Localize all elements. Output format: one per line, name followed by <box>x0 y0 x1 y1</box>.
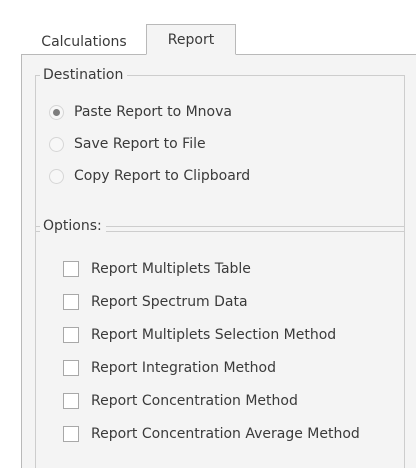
checkbox[interactable] <box>63 327 79 343</box>
checkbox-label: Report Multiplets Table <box>91 261 251 277</box>
radio-label: Paste Report to Mnova <box>74 104 232 120</box>
checkbox-label: Report Spectrum Data <box>91 294 248 310</box>
radio-button[interactable] <box>49 168 64 184</box>
options-group-title: Options: <box>40 217 106 235</box>
checkbox[interactable] <box>63 261 79 277</box>
radio-paste-report-to-mnova[interactable]: Paste Report to Mnova <box>36 101 232 123</box>
radio-copy-report-to-clipboard[interactable]: Copy Report to Clipboard <box>36 165 250 187</box>
checkbox-label: Report Multiplets Selection Method <box>91 327 337 343</box>
checkbox[interactable] <box>63 360 79 376</box>
tab-calculations[interactable]: Calculations <box>22 27 146 55</box>
radio-button-selected[interactable] <box>49 104 64 120</box>
checkbox-report-multiplets-table[interactable]: Report Multiplets Table <box>36 258 251 280</box>
checkbox-label: Report Concentration Average Method <box>91 426 360 442</box>
report-tab-panel: Destination Paste Report to Mnova Save R… <box>21 54 416 468</box>
tab-report-label: Report <box>167 32 215 48</box>
radio-label: Save Report to File <box>74 136 206 152</box>
tab-calculations-label: Calculations <box>41 34 127 50</box>
checkbox[interactable] <box>63 294 79 310</box>
checkbox-report-spectrum-data[interactable]: Report Spectrum Data <box>36 291 248 313</box>
destination-group-title: Destination <box>40 66 128 84</box>
checkbox-label: Report Concentration Method <box>91 393 298 409</box>
checkbox-report-concentration-average-method[interactable]: Report Concentration Average Method <box>36 423 360 445</box>
radio-save-report-to-file[interactable]: Save Report to File <box>36 133 206 155</box>
radio-button[interactable] <box>49 136 64 152</box>
radio-label: Copy Report to Clipboard <box>74 168 251 184</box>
tab-report[interactable]: Report <box>146 24 236 55</box>
destination-group: Destination Paste Report to Mnova Save R… <box>35 66 405 232</box>
checkbox-report-concentration-method[interactable]: Report Concentration Method <box>36 390 298 412</box>
checkbox[interactable] <box>63 393 79 409</box>
options-group: Options: Report Multiplets Table Report … <box>35 217 405 468</box>
checkbox[interactable] <box>63 426 79 442</box>
checkbox-report-integration-method[interactable]: Report Integration Method <box>36 357 276 379</box>
report-settings-dialog: Calculations Report Destination Paste Re… <box>0 0 417 468</box>
checkbox-report-multiplets-selection-method[interactable]: Report Multiplets Selection Method <box>36 324 336 346</box>
checkbox-label: Report Integration Method <box>91 360 276 376</box>
